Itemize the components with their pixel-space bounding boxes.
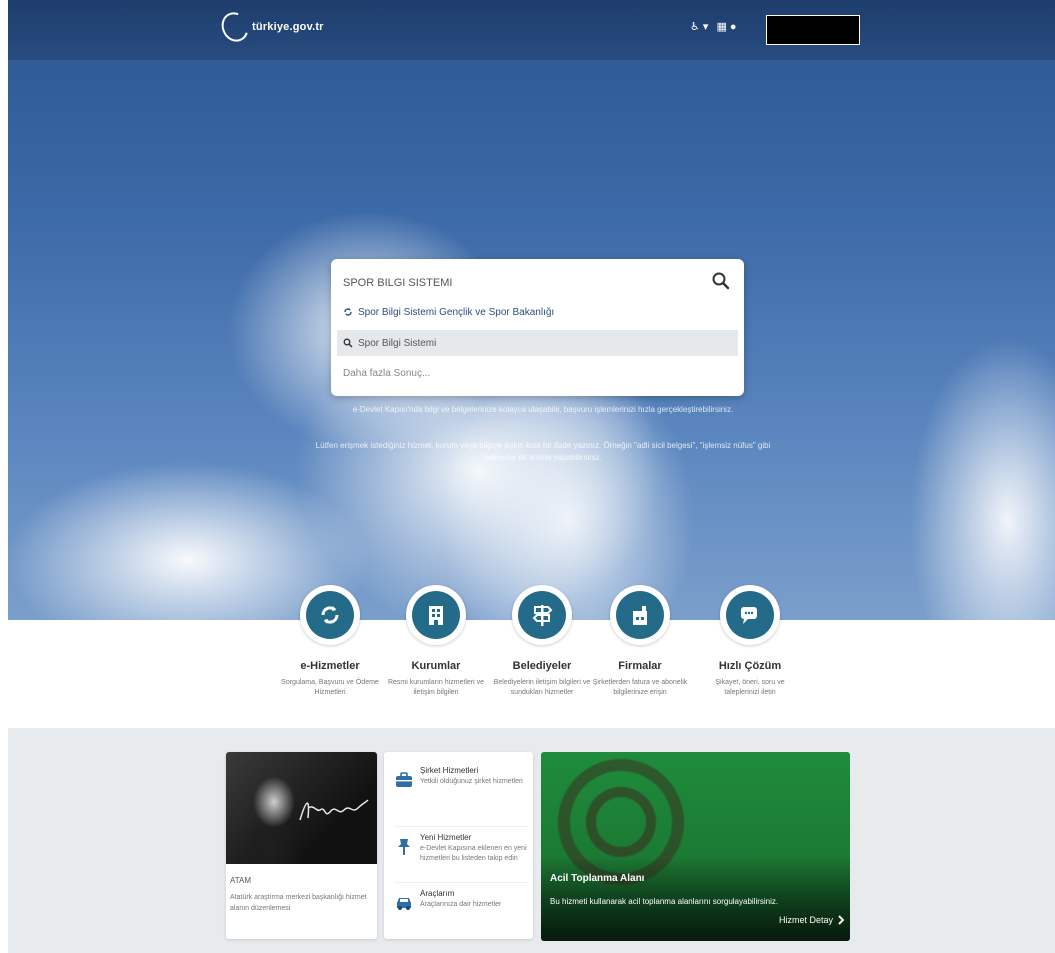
category-hizli-cozum[interactable]: Hızlı Çözüm Şikayet, öneri, soru ve tale… — [690, 585, 810, 698]
briefcase-icon — [396, 772, 412, 787]
search-hint: e-Devlet Kapısı'nda bilgi ve belgelerini… — [352, 405, 734, 414]
logo-e-icon — [216, 7, 254, 47]
search-card: Spor Bilgi Sistemi Gençlik ve Spor Bakan… — [331, 259, 744, 396]
factory-icon — [633, 606, 647, 625]
suggestion-item[interactable]: Spor Bilgi Sistemi — [337, 330, 738, 356]
list-item-title: Yeni Hizmetler — [420, 833, 472, 842]
list-item-desc: Yetkili olduğunuz şirket hizmetleri — [420, 778, 523, 785]
list-item-desc: Araçlarınıza dair hizmetler — [420, 901, 502, 908]
category-title: Kurumlar — [411, 660, 461, 672]
service-detail-label: Hizmet Detay — [779, 915, 834, 925]
search-example-hint: Lütfen erişmek istediğiniz hizmet, kurum… — [315, 441, 771, 462]
category-desc: Resmi kurumların hizmetleri ve iletişim … — [387, 679, 485, 696]
ataturk-portrait-image — [226, 752, 377, 864]
hero-section: türkiye.gov.tr ♿ ▾ ▦ ● Spor Bilgi Sistem… — [8, 0, 1055, 620]
feature-title: Acil Toplanma Alanı — [550, 873, 645, 884]
suggestion-item[interactable]: Spor Bilgi Sistemi Gençlik ve Spor Bakan… — [337, 299, 738, 325]
list-item-title: Şirket Hizmetleri — [420, 766, 479, 775]
pin-icon — [398, 839, 410, 855]
service-detail-link[interactable]: Hizmet Detay — [779, 915, 845, 925]
chat-icon — [741, 607, 757, 624]
logo-text: türkiye.gov.tr — [252, 21, 324, 33]
list-item-title: Araçlarım — [420, 889, 455, 898]
category-e-hizmetler[interactable]: e-Hizmetler Sorgulama, Başvuru ve Ödeme … — [270, 585, 390, 698]
service-list-card: Şirket Hizmetleri Yetkili olduğunuz şirk… — [384, 752, 533, 939]
list-item-desc: e-Devlet Kapısına eklenen en yeni hizmet… — [420, 845, 527, 862]
feature-card-acil-toplanma[interactable]: Acil Toplanma Alanı Bu hizmeti kullanara… — [541, 752, 850, 941]
language-menu[interactable]: ▦ ● — [716, 20, 736, 33]
list-item-yeni-hizmetler[interactable]: Yeni Hizmetler e-Devlet Kapısına eklenen… — [394, 826, 527, 878]
ataturk-card[interactable]: ATAM Atatürk araştırma merkezi başkanlığ… — [226, 752, 377, 939]
login-button[interactable] — [766, 15, 860, 45]
category-desc: Sorgulama, Başvuru ve Ödeme Hizmetleri — [281, 679, 379, 696]
chevron-right-icon — [838, 915, 845, 925]
top-navbar: türkiye.gov.tr ♿ ▾ ▦ ● — [8, 0, 1055, 60]
category-kurumlar[interactable]: Kurumlar Resmi kurumların hizmetleri ve … — [376, 585, 496, 698]
building-icon — [429, 606, 443, 625]
search-icon — [343, 338, 353, 348]
more-results-link[interactable]: Daha fazla Sonuç... — [337, 360, 738, 386]
search-input[interactable] — [343, 271, 703, 295]
category-title: Hızlı Çözüm — [718, 660, 782, 672]
suggestion-text: Spor Bilgi Sistemi Gençlik ve Spor Bakan… — [358, 306, 555, 318]
site-logo[interactable]: türkiye.gov.tr — [216, 7, 324, 47]
signpost-icon — [532, 605, 553, 626]
search-icon[interactable] — [711, 271, 731, 291]
accessibility-menu[interactable]: ♿ ▾ — [690, 20, 708, 33]
ataturk-card-title: ATAM — [230, 876, 252, 885]
category-firmalar[interactable]: Firmalar Şirketlerden fatura ve abonelik… — [580, 585, 700, 698]
top-tools: ♿ ▾ ▦ ● — [690, 20, 737, 33]
list-item-araclarim[interactable]: Araçlarım Araçlarınıza dair hizmetler — [394, 882, 527, 934]
feature-desc: Bu hizmeti kullanarak acil toplanma alan… — [550, 897, 779, 906]
category-title: e-Hizmetler — [300, 660, 360, 672]
category-icon-wrapper — [300, 585, 360, 645]
category-desc: Şirketlerden fatura ve abonelik bilgiler… — [592, 679, 688, 696]
suggestion-text: Daha fazla Sonuç... — [343, 367, 431, 379]
category-title: Firmalar — [618, 660, 662, 672]
signature-icon — [299, 799, 369, 821]
list-item-sirket-hizmetleri[interactable]: Şirket Hizmetleri Yetkili olduğunuz şirk… — [394, 766, 527, 818]
suggestion-text: Spor Bilgi Sistemi — [358, 337, 437, 349]
refresh-icon — [344, 308, 352, 316]
category-desc: Şikayet, öneri, soru ve taleplerinizi il… — [715, 679, 785, 696]
ataturk-card-desc: Atatürk araştırma merkezi başkanlığı hiz… — [230, 894, 367, 912]
refresh-icon — [321, 606, 339, 624]
car-icon — [397, 898, 411, 910]
